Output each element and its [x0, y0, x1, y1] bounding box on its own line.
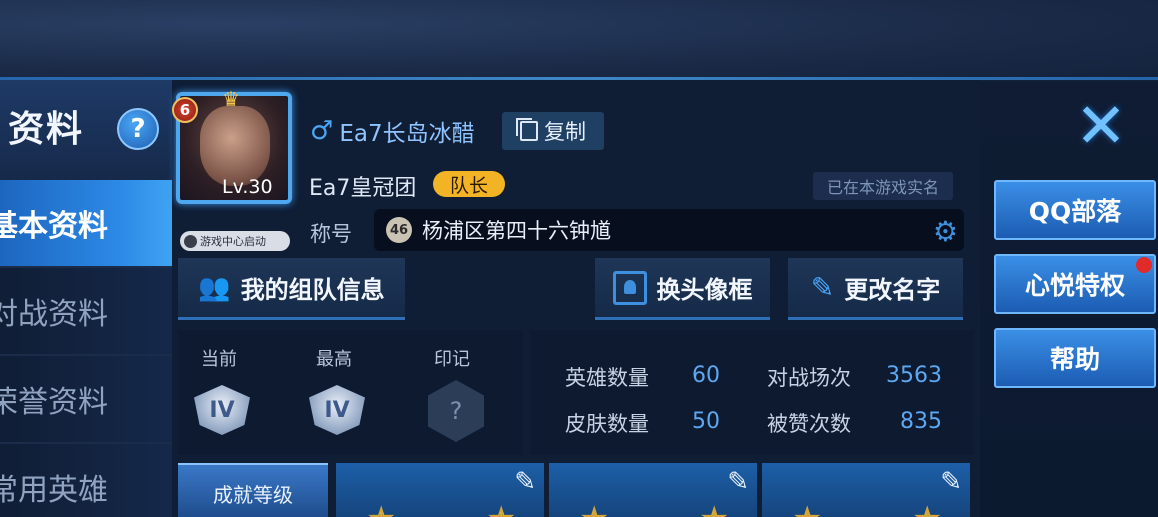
achievement-card[interactable]: ✎ ★ ★ [336, 463, 544, 517]
sidebar-item-basic-info[interactable]: 基本资料 [0, 180, 172, 268]
crown-icon: ♛ [222, 87, 240, 111]
help-icon[interactable]: ? [117, 108, 159, 150]
title-text: 杨浦区第四十六钟馗 [422, 219, 611, 243]
skin-count-value: 50 [692, 409, 720, 434]
star-icon: ★ [912, 499, 942, 517]
likes-value: 835 [900, 409, 942, 434]
current-rank-label: 当前 [201, 349, 237, 370]
star-icon: ★ [366, 499, 396, 517]
change-frame-button[interactable]: 换头像框 [595, 258, 770, 320]
player-name-row: ♂ Ea7长岛冰醋 [310, 114, 475, 148]
level-badge: 6 [172, 97, 198, 123]
star-icon: ★ [486, 499, 516, 517]
highest-rank-label: 最高 [316, 349, 352, 370]
captain-badge: 队长 [433, 171, 505, 197]
battles-label: 对战场次 [767, 366, 851, 390]
sidebar-item-label: 荣誉资料 [0, 385, 108, 420]
star-icon: ★ [699, 499, 729, 517]
sidebar-item-honor-info[interactable]: 荣誉资料 [0, 356, 172, 444]
page-title: 资料 [8, 109, 85, 150]
realname-status: 已在本游戏实名 [813, 172, 953, 200]
achievement-card[interactable]: ✎ ★ ★ [762, 463, 970, 517]
clan-name: Ea7皇冠团 [309, 176, 417, 201]
sidebar-item-label: 对战资料 [0, 297, 108, 332]
avatar-image [200, 106, 270, 186]
skin-count-label: 皮肤数量 [565, 412, 649, 436]
team-info-button[interactable]: 👥 我的组队信息 [178, 258, 405, 320]
sidebar-nav: 基本资料 对战资料 荣誉资料 常用英雄 [0, 180, 172, 517]
male-icon: ♂ [310, 116, 334, 146]
edit-icon: ✎ [810, 271, 835, 304]
notification-dot [1136, 257, 1152, 273]
title-field[interactable]: 46 杨浦区第四十六钟馗 ⚙ [374, 209, 964, 251]
title-rank-icon: 46 [386, 217, 412, 243]
game-center-icon [184, 234, 197, 248]
game-center-badge: 游戏中心启动 [180, 231, 290, 251]
level-text: Lv.30 [222, 176, 273, 198]
top-background [0, 0, 1158, 80]
change-frame-label: 换头像框 [656, 276, 753, 304]
people-icon: 👥 [198, 272, 231, 303]
rename-label: 更改名字 [844, 276, 941, 304]
likes-label: 被赞次数 [767, 412, 851, 436]
edit-icon[interactable]: ✎ [514, 467, 536, 497]
star-icon: ★ [579, 499, 609, 517]
hero-count-label: 英雄数量 [565, 366, 649, 390]
game-center-label: 游戏中心启动 [200, 235, 266, 248]
team-info-label: 我的组队信息 [240, 276, 385, 304]
help-button[interactable]: 帮助 [994, 328, 1156, 388]
title-label: 称号 [310, 222, 352, 246]
achievement-card[interactable]: ✎ ★ ★ [549, 463, 757, 517]
qq-tribe-button[interactable]: QQ部落 [994, 180, 1156, 240]
hero-count-value: 60 [692, 363, 720, 388]
player-name: Ea7长岛冰醋 [339, 121, 475, 147]
xinyue-privilege-button[interactable]: 心悦特权 [994, 254, 1156, 314]
star-icon: ★ [792, 499, 822, 517]
frame-icon [612, 270, 647, 305]
rename-button[interactable]: ✎ 更改名字 [788, 258, 963, 320]
edit-icon[interactable]: ✎ [940, 467, 962, 497]
achievement-level-tab[interactable]: 成就等级 [178, 463, 328, 517]
sidebar-item-battle-info[interactable]: 对战资料 [0, 268, 172, 356]
battles-value: 3563 [886, 363, 942, 388]
mark-label: 印记 [434, 349, 470, 370]
copy-button[interactable]: 复制 [502, 112, 604, 150]
sidebar-item-common-heroes[interactable]: 常用英雄 [0, 444, 172, 517]
copy-label: 复制 [544, 120, 586, 144]
close-icon[interactable]: ✕ [1068, 89, 1134, 162]
gear-icon[interactable]: ⚙ [933, 215, 958, 248]
achievement-level-label: 成就等级 [213, 483, 293, 507]
sidebar-item-label: 常用英雄 [0, 473, 108, 508]
sidebar-item-label: 基本资料 [0, 209, 108, 244]
edit-icon[interactable]: ✎ [727, 467, 749, 497]
copy-icon [516, 118, 538, 141]
